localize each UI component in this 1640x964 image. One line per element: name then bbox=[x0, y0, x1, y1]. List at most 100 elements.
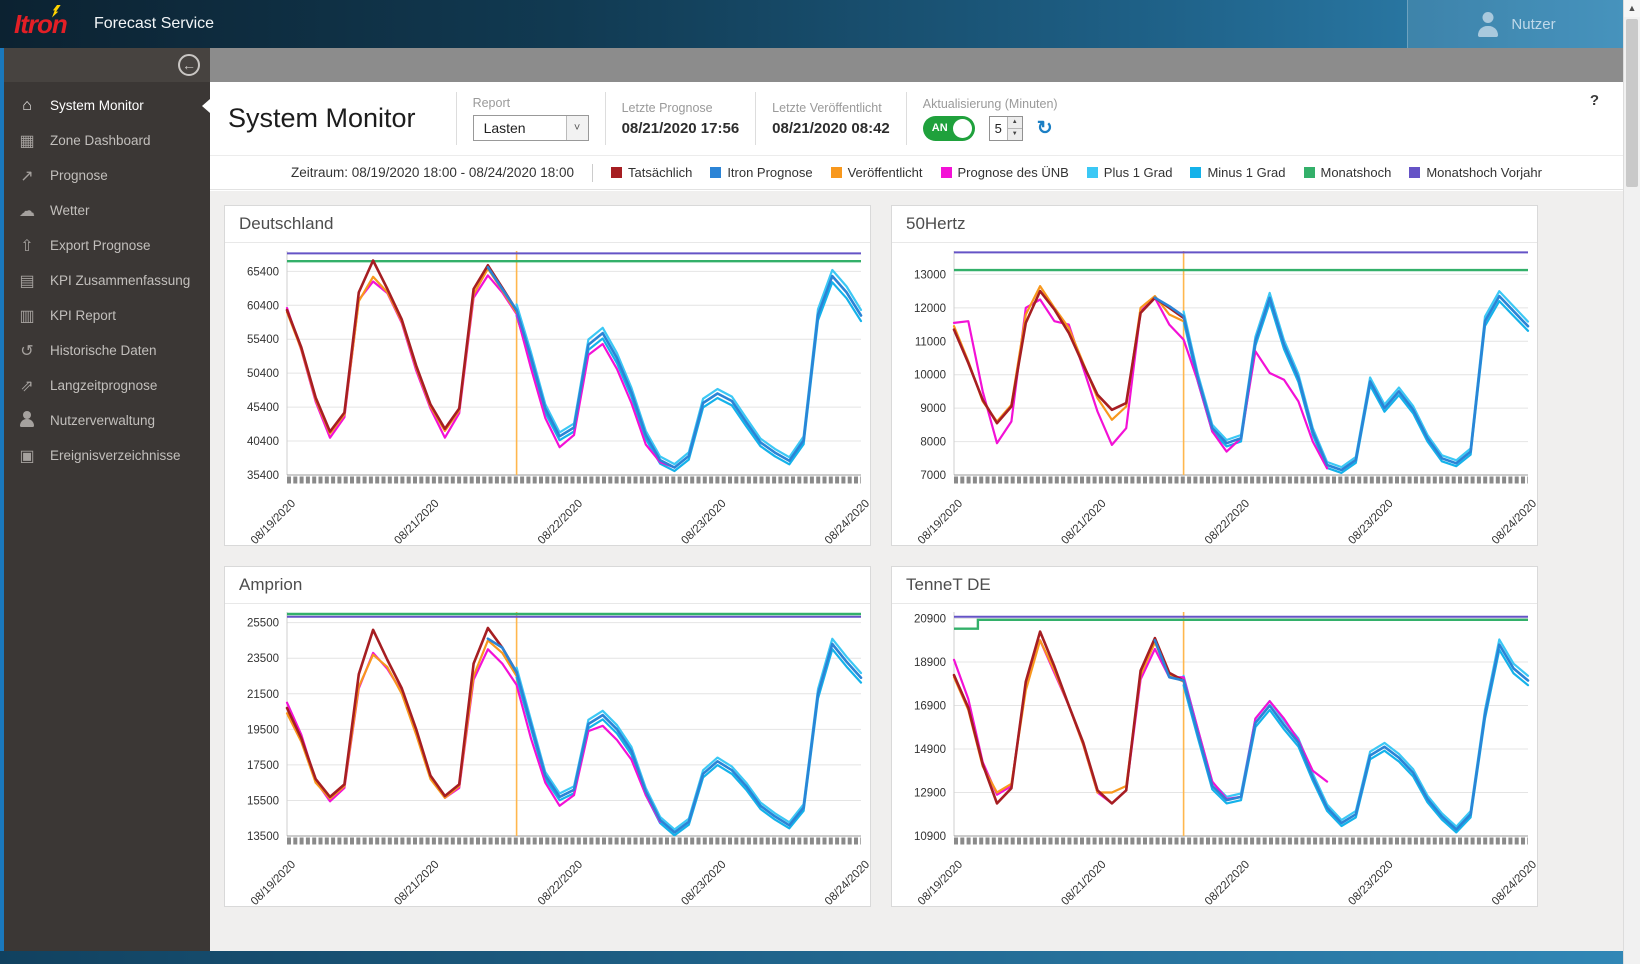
y-tick-label: 60400 bbox=[247, 300, 279, 312]
scroll-up-icon[interactable]: ▲ bbox=[1624, 0, 1640, 17]
x-tick-label: 08/22/2020 bbox=[1203, 859, 1252, 906]
sidebar-item-zone-dashboard[interactable]: ▦ Zone Dashboard bbox=[0, 123, 210, 158]
y-tick-label: 10900 bbox=[914, 831, 946, 843]
y-tick-label: 7000 bbox=[920, 470, 946, 482]
legend-item-monatshoch[interactable]: Monatshoch bbox=[1303, 165, 1391, 180]
x-tick-label: 08/21/2020 bbox=[392, 859, 441, 906]
spinner-down-button[interactable]: ▼ bbox=[1007, 128, 1022, 140]
chart-title: Deutschland bbox=[225, 206, 870, 243]
legend-label: Minus 1 Grad bbox=[1207, 165, 1286, 180]
y-tick-label: 21500 bbox=[247, 689, 279, 701]
sidebar-item-kpi-report[interactable]: ▥ KPI Report bbox=[0, 298, 210, 333]
toggle-on-label: AN bbox=[931, 121, 948, 134]
x-tick-label: 08/21/2020 bbox=[392, 498, 441, 545]
export-upload-icon: ⇧ bbox=[20, 237, 34, 255]
x-tick-label: 08/19/2020 bbox=[916, 859, 965, 906]
long-term-forecast-icon: ⇗ bbox=[20, 377, 34, 395]
chevron-down-icon: ˅ bbox=[565, 116, 588, 140]
legend-item-tatsaechlich[interactable]: Tatsächlich bbox=[611, 165, 692, 180]
x-tick-label: 08/24/2020 bbox=[823, 498, 870, 545]
report-select[interactable]: Lasten ˅ bbox=[472, 115, 589, 141]
legend-swatch bbox=[940, 167, 952, 178]
sidebar-item-prognose[interactable]: ↗ Prognose bbox=[0, 158, 210, 193]
legend-item-monatshoch-vorjahr[interactable]: Monatshoch Vorjahr bbox=[1409, 165, 1542, 180]
x-tick-label: 08/23/2020 bbox=[679, 498, 728, 545]
sidebar-item-label: KPI Report bbox=[50, 308, 117, 323]
sidebar-item-label: Ereignisverzeichnisse bbox=[50, 448, 181, 463]
legend-swatch bbox=[1409, 167, 1421, 178]
legend-item-prognose-unb[interactable]: Prognose des ÜNB bbox=[940, 165, 1069, 180]
last-published-group: Letzte Veröffentlicht 08/21/2020 08:42 bbox=[772, 101, 890, 137]
page-title: System Monitor bbox=[228, 103, 416, 133]
report-select-value: Lasten bbox=[483, 120, 526, 136]
sidebar-item-historische-daten[interactable]: ↺ Historische Daten bbox=[0, 333, 210, 368]
help-icon[interactable]: ? bbox=[1590, 92, 1599, 109]
itron-logo: Itron bbox=[14, 4, 78, 40]
sidebar-item-system-monitor[interactable]: ⌂ System Monitor bbox=[0, 88, 210, 123]
header-bar: Itron Forecast Service Nutzer bbox=[0, 0, 1623, 48]
time-range-label: Zeitraum: 08/19/2020 18:00 - 08/24/2020 … bbox=[291, 165, 574, 180]
sidebar-item-label: Langzeitprognose bbox=[50, 378, 158, 393]
x-tick-label: 08/21/2020 bbox=[1059, 859, 1108, 906]
y-tick-label: 35400 bbox=[247, 470, 279, 482]
legend-item-veroeffentlicht[interactable]: Veröffentlicht bbox=[830, 165, 923, 180]
x-tick-label: 08/23/2020 bbox=[1346, 859, 1395, 906]
report-group: Report Lasten ˅ bbox=[472, 96, 589, 141]
vertical-scrollbar[interactable]: ▲ bbox=[1623, 0, 1640, 964]
sidebar-collapse-button[interactable]: ← bbox=[178, 54, 200, 76]
chart-panel: Deutschland 35400 40400 45400 50400 55400 604… bbox=[224, 205, 871, 546]
y-tick-label: 23500 bbox=[247, 653, 279, 665]
chart-canvas: 7000 8000 9000 10000 11000 12000 13000 08/19/20… bbox=[914, 251, 1537, 545]
auto-refresh-group: Aktualisierung (Minuten) AN 5 ▲ ▼ ↻ bbox=[922, 97, 1058, 141]
last-forecast-group: Letzte Prognose 08/21/2020 17:56 bbox=[622, 101, 740, 137]
series-prognose-unb-line bbox=[285, 274, 676, 469]
interval-spinner[interactable]: 5 ▲ ▼ bbox=[988, 115, 1023, 141]
interval-value: 5 bbox=[994, 120, 1002, 136]
legend-item-minus-1-grad[interactable]: Minus 1 Grad bbox=[1190, 165, 1286, 180]
sidebar-item-kpi-zusammenfassung[interactable]: ▤ KPI Zusammenfassung bbox=[0, 263, 210, 298]
event-log-icon: ▣ bbox=[19, 447, 35, 465]
legend-bar: Zeitraum: 08/19/2020 18:00 - 08/24/2020 … bbox=[210, 155, 1623, 190]
legend-swatch bbox=[611, 167, 622, 178]
sidebar-item-label: System Monitor bbox=[50, 98, 144, 113]
sidebar-item-langzeitprognose[interactable]: ⇗ Langzeitprognose bbox=[0, 368, 210, 403]
refresh-icon[interactable]: ↻ bbox=[1037, 117, 1053, 140]
chart-panel: Amprion 13500 15500 17500 19500 21500 23500 25… bbox=[224, 566, 871, 907]
main-content: System Monitor Report Lasten ˅ Letzte Pr… bbox=[210, 82, 1623, 951]
series-minus-1-grad-line bbox=[1182, 648, 1530, 834]
legend-item-plus-1-grad[interactable]: Plus 1 Grad bbox=[1086, 165, 1172, 180]
history-icon: ↺ bbox=[20, 342, 34, 360]
scrollbar-thumb[interactable] bbox=[1626, 19, 1638, 187]
user-menu[interactable]: Nutzer bbox=[1407, 0, 1623, 48]
sidebar-item-wetter[interactable]: ☁ Wetter bbox=[0, 193, 210, 228]
divider bbox=[905, 92, 907, 145]
kpi-report-icon: ▥ bbox=[19, 307, 35, 325]
series-itron-prognose-line bbox=[486, 637, 863, 834]
user-icon bbox=[16, 410, 38, 432]
series-veroeffentlicht-line bbox=[952, 285, 1185, 423]
legend-item-itron-prognose[interactable]: Itron Prognose bbox=[710, 165, 813, 180]
chart-canvas: 10900 12900 14900 16900 18900 20900 08/19/2020… bbox=[914, 612, 1537, 906]
y-tick-label: 19500 bbox=[247, 724, 279, 736]
series-veroeffentlicht-line bbox=[285, 639, 518, 800]
x-tick-label: 08/19/2020 bbox=[249, 859, 298, 906]
sidebar-item-nutzerverwaltung[interactable]: Nutzerverwaltung bbox=[0, 403, 210, 438]
sidebar-collapse-strip: ← bbox=[0, 48, 210, 82]
chart-canvas: 35400 40400 45400 50400 55400 60400 65400 08/19… bbox=[247, 251, 870, 545]
itron-logo-text: Itron bbox=[14, 8, 68, 39]
y-tick-label: 18900 bbox=[914, 657, 946, 669]
last-published-value: 08/21/2020 08:42 bbox=[772, 119, 890, 137]
auto-refresh-toggle[interactable]: AN bbox=[922, 115, 975, 141]
x-tick-label: 08/23/2020 bbox=[679, 859, 728, 906]
sidebar-item-export-prognose[interactable]: ⇧ Export Prognose bbox=[0, 228, 210, 263]
legend-swatch bbox=[830, 167, 842, 178]
sidebar-item-label: Export Prognose bbox=[50, 238, 151, 253]
spinner-up-button[interactable]: ▲ bbox=[1007, 116, 1022, 129]
sidebar-item-label: Prognose bbox=[50, 168, 108, 183]
y-tick-label: 65400 bbox=[247, 266, 279, 278]
y-tick-label: 25500 bbox=[247, 618, 279, 630]
sidebar-item-ereignisverzeichnisse[interactable]: ▣ Ereignisverzeichnisse bbox=[0, 438, 210, 473]
bottom-scrollbar[interactable] bbox=[0, 951, 1623, 964]
app-title: Forecast Service bbox=[94, 15, 215, 32]
app-window: Itron Forecast Service Nutzer ← ⌂ System … bbox=[0, 0, 1640, 964]
